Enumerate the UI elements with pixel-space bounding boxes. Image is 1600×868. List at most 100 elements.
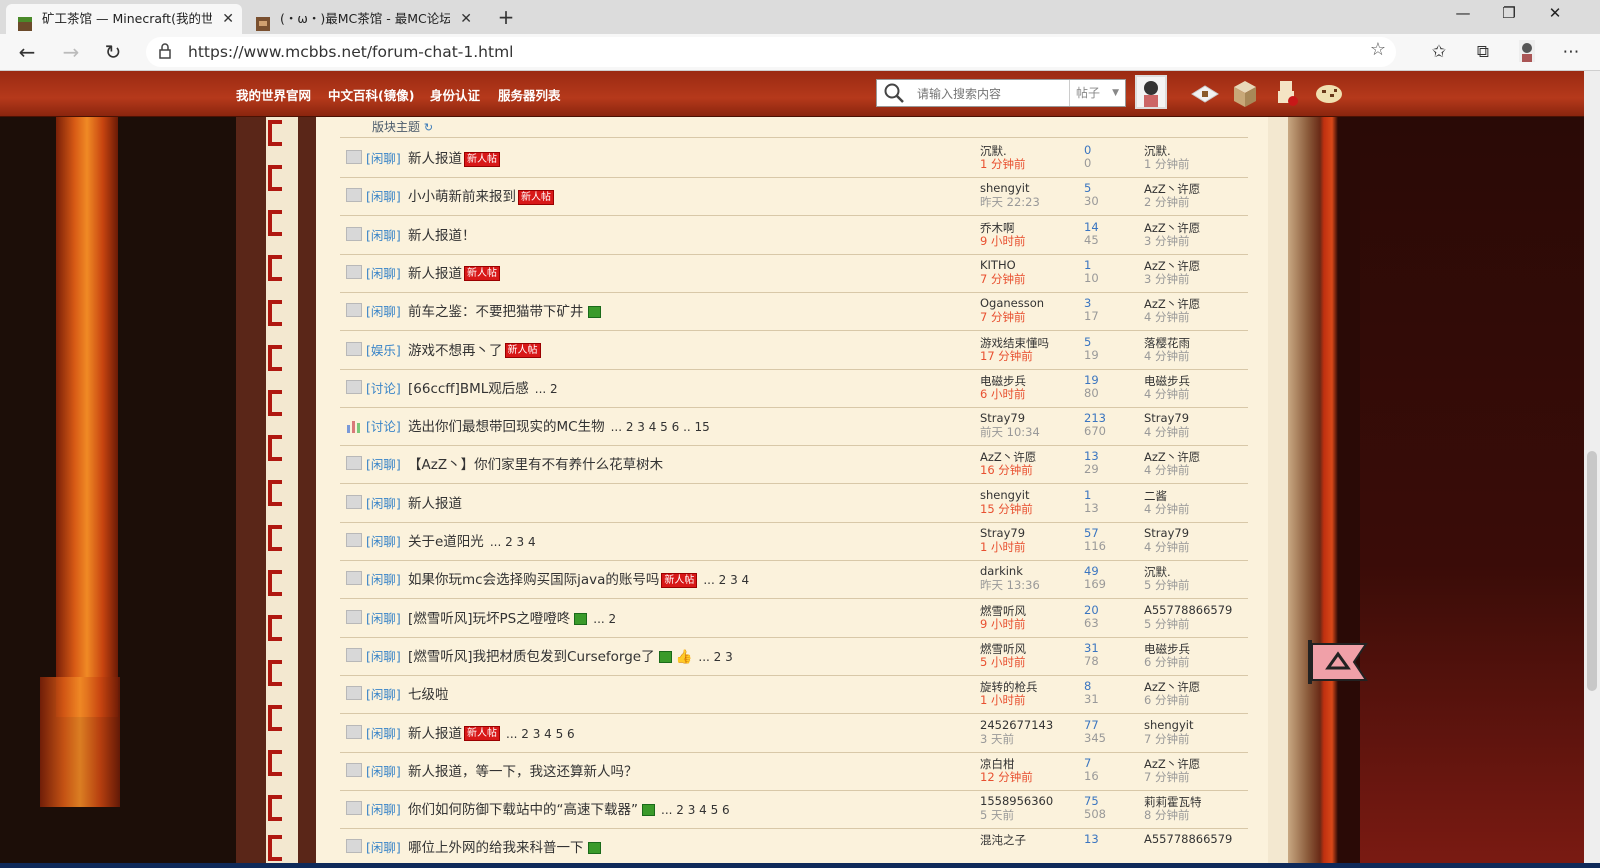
cookie-icon[interactable] [1312, 77, 1346, 111]
close-window-icon[interactable]: ✕ [1532, 0, 1578, 30]
thread-category[interactable]: [讨论] [366, 416, 401, 435]
scrollbar-thumb[interactable] [1587, 451, 1597, 691]
reply-count[interactable]: 13 [1084, 832, 1099, 846]
last-post-date[interactable]: 1 分钟前 [1144, 156, 1189, 172]
back-icon[interactable]: ← [12, 38, 42, 66]
thread-author[interactable]: 混沌之子 [980, 832, 1026, 848]
thread-category[interactable]: [闲聊] [366, 531, 401, 550]
restore-icon[interactable]: ❐ [1486, 0, 1532, 30]
thread-category[interactable]: [闲聊] [366, 608, 401, 627]
search-icon[interactable] [883, 82, 905, 108]
thread-row[interactable]: [闲聊] 新人报道 新人帖 KITHO 7 分钟前 1 10 AzZ丶许愿 3 分钟前 [340, 253, 1248, 293]
thread-author[interactable]: shengyit [980, 181, 1029, 195]
last-post-date[interactable]: 4 分钟前 [1144, 539, 1189, 555]
last-post-date[interactable]: 4 分钟前 [1144, 462, 1189, 478]
tab-inactive[interactable]: (・ω・)最MC茶馆 - 最MC论坛 ✕ [244, 4, 480, 34]
thread-title[interactable]: [66ccff]BML观后感 [408, 381, 529, 397]
thread-row[interactable]: [闲聊] 前车之鉴：不要把猫带下矿井 Oganesson 7 分钟前 3 17 AzZ丶许愿… [340, 291, 1248, 332]
thread-pages[interactable]: ... 2 3 4 5 6 [661, 803, 730, 817]
thread-pages[interactable]: ... 2 3 [698, 650, 732, 664]
last-post-date[interactable]: 8 分钟前 [1144, 807, 1189, 823]
thread-pages[interactable]: ... 2 [535, 382, 558, 396]
thread-category[interactable]: [闲聊] [366, 263, 401, 282]
thread-title[interactable]: [燃雪听风]我把材质包发到Curseforge了 [408, 649, 655, 665]
thread-title[interactable]: 选出你们最想带回现实的MC生物 [408, 419, 605, 435]
last-post-date[interactable]: 4 分钟前 [1144, 348, 1189, 364]
reply-count[interactable]: 13 [1084, 449, 1099, 463]
reply-count[interactable]: 14 [1084, 220, 1099, 234]
last-post-date[interactable]: 4 分钟前 [1144, 424, 1189, 440]
thread-category[interactable]: [闲聊] [366, 684, 401, 703]
thread-row[interactable]: [讨论] [66ccff]BML观后感... 2 电磁步兵 6 小时前 19 80 电磁步兵… [340, 368, 1248, 408]
thread-row[interactable]: [闲聊] 关于e道阳光... 2 3 4 Stray79 1 小时前 57 116 Stra… [340, 521, 1248, 561]
thread-title[interactable]: 新人报道！ [408, 228, 476, 244]
thread-row[interactable]: [闲聊] 七级啦 旋转的枪兵 1 小时前 8 31 AzZ丶许愿 6 分钟前 [340, 674, 1248, 715]
thread-row[interactable]: [讨论] 选出你们最想带回现实的MC生物 ... 2 3 4 5 6 .. 15 St… [340, 406, 1248, 447]
nav-minecraft-official[interactable]: 我的世界官网 [236, 85, 311, 104]
thread-title[interactable]: 哪位上外网的给我来科普一下 [408, 840, 584, 856]
reply-count[interactable]: 0 [1084, 143, 1091, 157]
crafting-table-icon[interactable] [1228, 77, 1262, 111]
new-tab-button[interactable]: + [492, 5, 520, 31]
forward-icon[interactable]: → [56, 38, 86, 66]
thread-row[interactable]: [闲聊] 哪位上外网的给我来科普一下 混沌之子 13 A55778866579 [340, 827, 1248, 868]
last-post-date[interactable]: 4 分钟前 [1144, 386, 1189, 402]
last-post-date[interactable]: 7 分钟前 [1144, 769, 1189, 785]
thread-row[interactable]: [闲聊] 【AzZ丶】你们家里有不有养什么花草树木 AzZ丶许愿 16 分钟前 13 29… [340, 444, 1248, 485]
thread-title[interactable]: [燃雪听风]玩坏PS之噔噔咚 [408, 611, 570, 627]
reply-count[interactable]: 8 [1084, 679, 1091, 693]
thread-pages[interactable]: ... 2 3 4 [703, 573, 749, 587]
last-poster[interactable]: A55778866579 [1144, 603, 1232, 617]
thread-author[interactable]: 2452677143 [980, 718, 1053, 732]
thread-title[interactable]: 新人报道 [408, 151, 462, 167]
last-post-date[interactable]: 6 分钟前 [1144, 654, 1189, 670]
thread-author[interactable]: 1558956360 [980, 794, 1053, 808]
reply-count[interactable]: 7 [1084, 756, 1091, 770]
last-poster[interactable]: A55778866579 [1144, 832, 1232, 846]
thread-title[interactable]: 你们如何防御下载站中的“高速下载器” [408, 802, 638, 818]
thread-category[interactable]: [讨论] [366, 378, 401, 397]
thread-row[interactable]: [娱乐] 游戏不想再丶了 新人帖 游戏结束懂吗 17 分钟前 5 19 落樱花雨 4 分钟前 [340, 330, 1248, 370]
diamond-icon[interactable] [1188, 77, 1222, 111]
more-menu-icon[interactable]: ⋯ [1558, 40, 1584, 64]
thread-row[interactable]: [闲聊] 新人报道 新人帖 沉默. 1 分钟前 0 0 沉默. 1 分钟前 [340, 138, 1248, 178]
thread-row[interactable]: [闲聊] [燃雪听风]玩坏PS之噔噔咚... 2 燃雪听风 9 小时前 20 63 A557… [340, 598, 1248, 638]
close-icon[interactable]: ✕ [222, 4, 234, 34]
thread-title[interactable]: 新人报道 [408, 496, 462, 512]
last-poster[interactable]: Stray79 [1144, 526, 1189, 540]
search-input[interactable] [915, 84, 1069, 104]
collections-icon[interactable]: ⧉ [1470, 40, 1496, 64]
last-post-date[interactable]: 3 分钟前 [1144, 233, 1189, 249]
reload-icon[interactable]: ↻ [98, 38, 128, 66]
thread-category[interactable]: [闲聊] [366, 837, 401, 856]
thread-title[interactable]: 【AzZ丶】你们家里有不有养什么花草树木 [408, 457, 663, 473]
last-poster[interactable]: Stray79 [1144, 411, 1189, 425]
thread-title[interactable]: 关于e道阳光 [408, 534, 484, 550]
thread-category[interactable]: [闲聊] [366, 186, 401, 205]
last-poster[interactable]: shengyit [1144, 718, 1193, 732]
reply-count[interactable]: 75 [1084, 794, 1099, 808]
lock-icon[interactable] [158, 42, 172, 64]
last-post-date[interactable]: 3 分钟前 [1144, 271, 1189, 287]
last-post-date[interactable]: 5 分钟前 [1144, 616, 1189, 632]
last-post-date[interactable]: 5 分钟前 [1144, 577, 1189, 593]
thread-pages[interactable]: ... 2 3 4 5 6 [506, 727, 575, 741]
reply-count[interactable]: 1 [1084, 258, 1091, 272]
thread-author[interactable]: Stray79 [980, 526, 1025, 540]
reply-count[interactable]: 5 [1084, 335, 1091, 349]
thread-pages[interactable]: ... 2 3 4 5 6 .. 15 [611, 420, 710, 434]
thread-author[interactable]: darkink [980, 564, 1023, 578]
thread-title[interactable]: 新人报道，等一下，我这还算新人吗？ [408, 764, 638, 780]
url-field[interactable]: https://www.mcbbs.net/forum-chat-1.html … [146, 37, 1396, 67]
last-post-date[interactable]: 7 分钟前 [1144, 731, 1189, 747]
thread-title[interactable]: 小小萌新前来报到 [408, 189, 516, 205]
nav-server-list[interactable]: 服务器列表 [498, 85, 561, 104]
favorite-star-icon[interactable]: ☆ [1370, 39, 1386, 60]
thread-category[interactable]: [闲聊] [366, 569, 401, 588]
character-icon[interactable] [1270, 77, 1304, 111]
thread-category[interactable]: [闲聊] [366, 454, 401, 473]
refresh-icon[interactable]: ↻ [424, 121, 433, 134]
thread-title[interactable]: 如果你玩mc会选择购买国际java的账号吗 [408, 572, 659, 588]
nav-wiki-mirror[interactable]: 中文百科(镜像) [328, 85, 414, 104]
thread-category[interactable]: [娱乐] [366, 340, 401, 359]
